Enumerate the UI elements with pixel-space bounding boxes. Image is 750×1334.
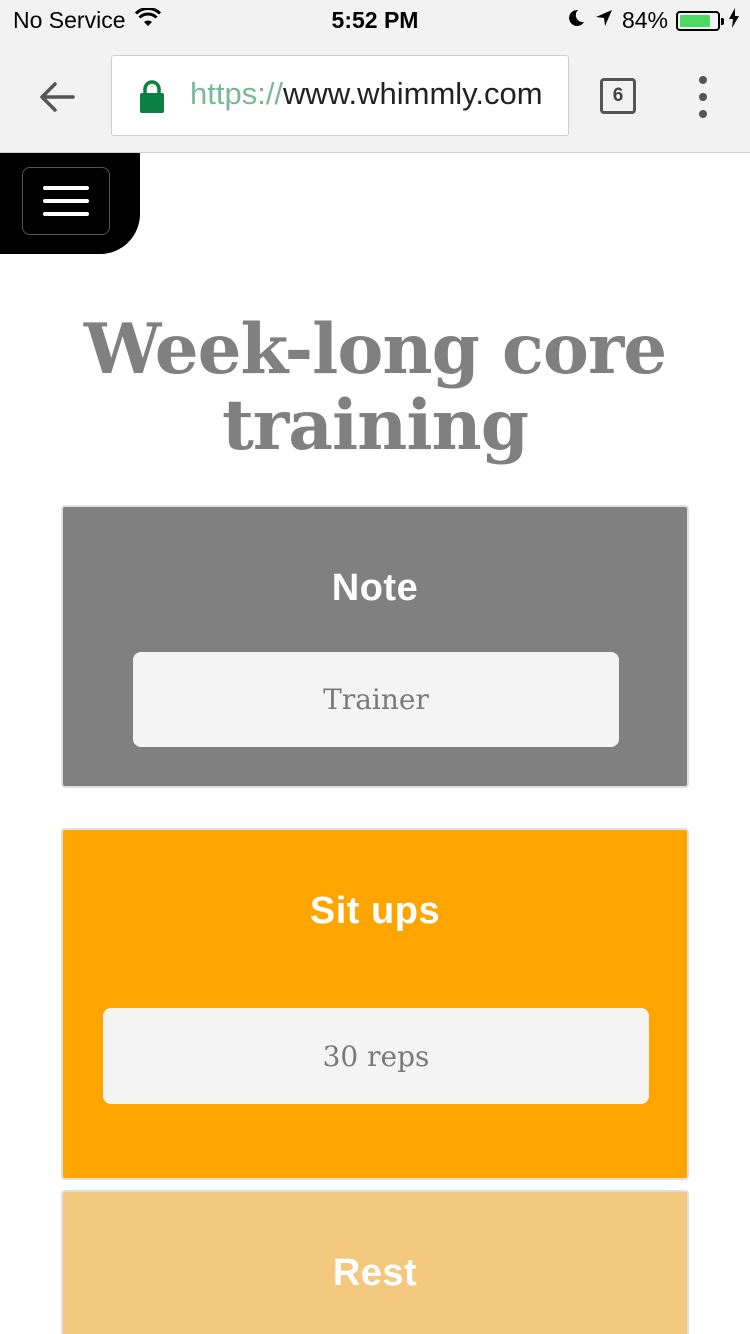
overflow-menu-icon[interactable] [690,76,716,118]
status-right: 84% [566,7,740,34]
card-title: Note [331,567,419,609]
location-arrow-icon [594,7,614,34]
page-title: Week-long core training [83,309,667,466]
tab-count: 6 [612,85,624,106]
card-title: Sit ups [309,890,441,932]
note-card[interactable]: Note Trainer [61,505,689,788]
sit-ups-card[interactable]: Sit ups 30 reps [61,828,689,1180]
back-arrow-icon [40,82,75,112]
rest-card[interactable]: Rest [61,1190,689,1334]
url-text: https://www.whimmly.com [190,76,543,112]
site-nav-corner [0,153,140,254]
battery-percent: 84% [621,7,668,33]
url-bar[interactable]: https://www.whimmly.com [111,55,569,136]
battery-level [680,14,711,27]
charging-bolt-icon [728,7,740,34]
url-scheme: https:// [190,76,284,111]
status-bar: No Service 5:52 PM 84% [0,0,750,40]
card-title: Rest [332,1252,418,1294]
card-field[interactable]: Trainer [133,652,619,747]
moon-icon [566,7,586,34]
lock-icon [139,80,165,119]
card-field[interactable]: 30 reps [103,1008,649,1104]
hamburger-icon[interactable] [22,167,110,235]
tab-switcher-button[interactable]: 6 [600,78,636,114]
back-button[interactable] [34,74,80,120]
browser-toolbar: https://www.whimmly.com 6 [0,40,750,153]
url-host: www.whimmly.com [283,76,543,111]
battery-icon [676,10,724,31]
